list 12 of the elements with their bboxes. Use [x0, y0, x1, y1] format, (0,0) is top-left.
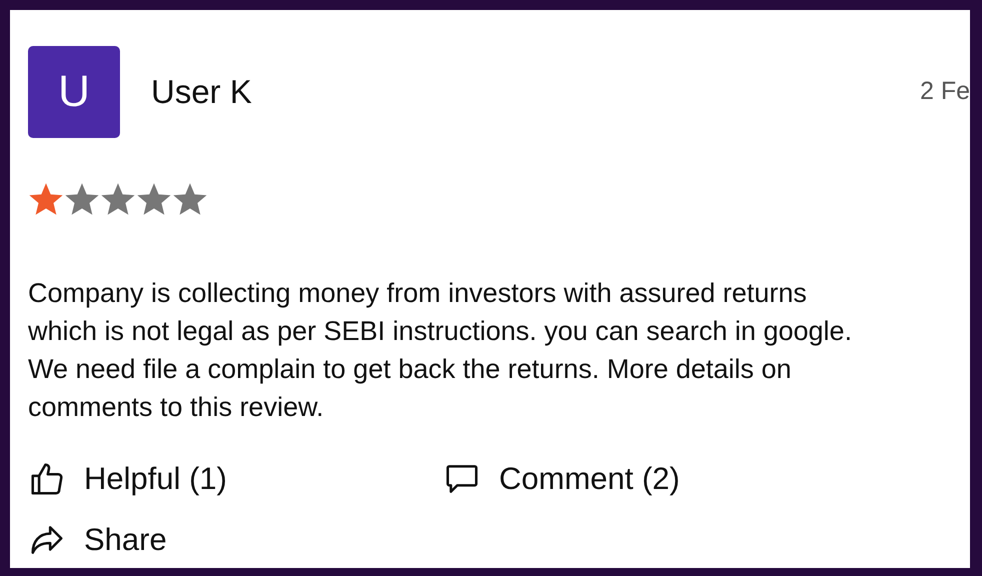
star-icon — [28, 181, 64, 217]
review-date: 2 Fe — [920, 76, 970, 108]
star-icon — [172, 181, 208, 217]
author-name: User K — [151, 72, 252, 112]
star-icon — [64, 181, 100, 217]
star-icon — [100, 181, 136, 217]
comment-button[interactable]: Comment (2) — [443, 456, 680, 502]
star-icon — [136, 181, 172, 217]
share-button[interactable]: Share — [28, 516, 167, 563]
review-text: Company is collecting money from investors with assured returns which is not legal as per SEBI instructions. you can search in google. We need file a complain to get back the returns. More details on comments to this review. — [28, 277, 853, 424]
helpful-button[interactable]: Helpful (1) — [28, 456, 227, 502]
avatar: U — [28, 46, 120, 138]
